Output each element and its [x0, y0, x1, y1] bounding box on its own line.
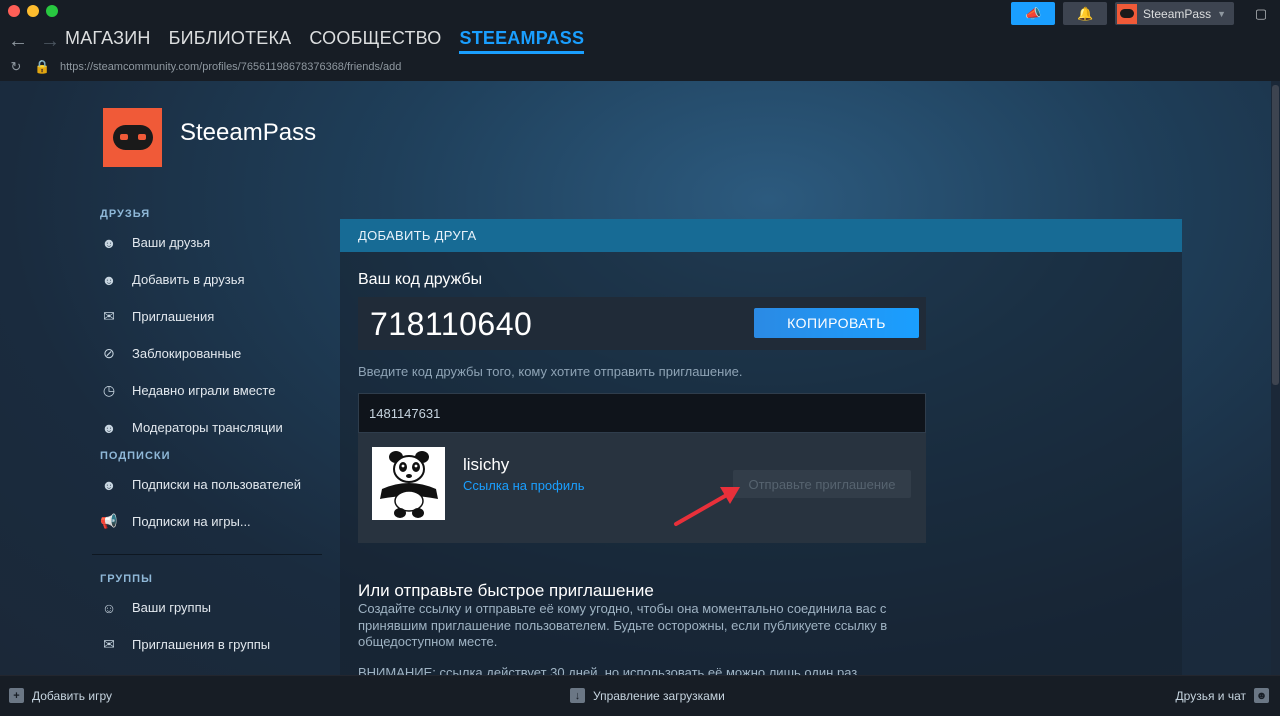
- friend-code-input[interactable]: 1481147631: [358, 393, 926, 433]
- section-header-friends: ДРУЗЬЯ: [100, 208, 151, 220]
- sidebar-item-invites[interactable]: ✉ Приглашения: [92, 298, 322, 335]
- friends-chat-button[interactable]: Друзья и чат ☻: [1176, 688, 1269, 703]
- monitor-icon[interactable]: ▢: [1252, 6, 1270, 22]
- main-nav: МАГАЗИН БИБЛИОТЕКА СООБЩЕСТВО STEEAMPASS: [65, 28, 585, 54]
- account-menu[interactable]: SteeamPass ▼: [1115, 2, 1234, 25]
- sidebar-item-label: Недавно играли вместе: [132, 383, 276, 398]
- friend-code-label: Ваш код дружбы: [358, 271, 483, 288]
- sidebar-item-label: Приглашения: [132, 309, 215, 324]
- sidebar-item-label: Ваши группы: [132, 600, 211, 615]
- search-result-card: lisichy Ссылка на профиль Отправьте приг…: [358, 433, 926, 543]
- panda-avatar-image: [372, 447, 445, 520]
- sidebar-item-add-friend[interactable]: ☻ Добавить в друзья: [92, 261, 322, 298]
- sidebar-item-label: Ваши друзья: [132, 235, 211, 250]
- friends-sidebar: ДРУЗЬЯ ☻ Ваши друзья ☻ Добавить в друзья…: [92, 208, 322, 663]
- avatar: [1117, 3, 1138, 24]
- divider: [92, 554, 322, 555]
- minimize-window-button[interactable]: [27, 5, 39, 17]
- scrollbar[interactable]: [1271, 81, 1280, 675]
- result-avatar[interactable]: [372, 447, 445, 520]
- annotation-arrow-icon: [674, 487, 740, 526]
- downloads-label: Управление загрузками: [593, 688, 725, 703]
- account-name: SteeamPass: [1143, 6, 1212, 21]
- result-username: lisichy: [463, 455, 510, 474]
- title-bar: ← → МАГАЗИН БИБЛИОТЕКА СООБЩЕСТВО STEEAM…: [0, 0, 1280, 81]
- history-nav: ← →: [8, 30, 60, 53]
- sidebar-item-following-users[interactable]: ☻ Подписки на пользователей: [92, 466, 322, 503]
- profile-link[interactable]: Ссылка на профиль: [463, 478, 584, 493]
- sidebar-item-broadcast-moderators[interactable]: ☻ Модераторы трансляции: [92, 409, 322, 446]
- add-game-button[interactable]: + Добавить игру: [9, 688, 112, 703]
- sidebar-item-recently-played[interactable]: ◷ Недавно играли вместе: [92, 372, 322, 409]
- friend-code-hint: Введите код дружбы того, кому хотите отп…: [358, 364, 743, 379]
- sidebar-item-label: Добавить в друзья: [132, 272, 245, 287]
- top-right-controls: 📣 🔔 SteeamPass ▼ ▢: [1011, 2, 1270, 25]
- send-invite-button[interactable]: Отправьте приглашение: [733, 470, 911, 498]
- user-icon: ☻: [101, 419, 117, 436]
- lock-icon: 🔒: [34, 59, 51, 74]
- nav-profile[interactable]: STEEAMPASS: [459, 28, 585, 54]
- url-text[interactable]: https://steamcommunity.com/profiles/7656…: [60, 61, 401, 73]
- downloads-button[interactable]: ↓ Управление загрузками: [570, 688, 725, 703]
- window-controls: [8, 5, 58, 17]
- back-arrow-icon[interactable]: ←: [8, 30, 28, 53]
- maximize-window-button[interactable]: [46, 5, 58, 17]
- reload-icon[interactable]: ↻: [8, 59, 24, 75]
- nav-community[interactable]: СООБЩЕСТВО: [309, 28, 441, 54]
- panel-title: ДОБАВИТЬ ДРУГА: [340, 219, 1182, 252]
- friend-code-value: 718110640: [370, 306, 533, 342]
- sidebar-item-your-groups[interactable]: ☺ Ваши группы: [92, 589, 322, 626]
- add-game-label: Добавить игру: [32, 688, 112, 703]
- sidebar-item-label: Заблокированные: [132, 346, 242, 361]
- quick-invite-warning: ВНИМАНИЕ: ссылка действует 30 дней, но и…: [358, 665, 861, 675]
- section-header-subscriptions: ПОДПИСКИ: [100, 450, 171, 462]
- forward-arrow-icon[interactable]: →: [40, 30, 60, 53]
- notifications-button[interactable]: 🔔: [1063, 2, 1108, 25]
- user-icon: ☻: [101, 234, 117, 251]
- user-add-icon: ☻: [101, 271, 117, 288]
- section-header-groups: ГРУППЫ: [100, 573, 153, 585]
- chat-icon: ☻: [1254, 688, 1269, 703]
- clock-icon: ◷: [102, 382, 116, 398]
- megaphone-icon: 📣: [1024, 5, 1042, 21]
- blocked-icon: ⊘: [103, 345, 115, 361]
- page-content: SteeamPass ДРУЗЬЯ ☻ Ваши друзья ☻ Добави…: [0, 81, 1280, 675]
- sidebar-item-blocked[interactable]: ⊘ Заблокированные: [92, 335, 322, 372]
- megaphone-icon: 📢: [100, 513, 118, 529]
- close-window-button[interactable]: [8, 5, 20, 17]
- sidebar-item-label: Модераторы трансляции: [132, 420, 283, 435]
- sidebar-item-following-games[interactable]: 📢 Подписки на игры...: [92, 503, 322, 540]
- bell-icon: 🔔: [1076, 5, 1094, 21]
- url-bar: ↻ 🔒 https://steamcommunity.com/profiles/…: [8, 59, 402, 75]
- sidebar-item-label: Подписки на пользователей: [132, 477, 302, 492]
- quick-invite-title: Или отправьте быстрое приглашение: [358, 581, 654, 600]
- envelope-icon: ✉: [103, 636, 115, 652]
- user-follow-icon: ☻: [101, 476, 117, 493]
- sidebar-item-label: Приглашения в группы: [132, 637, 271, 652]
- profile-name[interactable]: SteeamPass: [180, 119, 316, 147]
- nav-library[interactable]: БИБЛИОТЕКА: [169, 28, 292, 54]
- sidebar-item-your-friends[interactable]: ☻ Ваши друзья: [92, 224, 322, 261]
- chevron-down-icon: ▼: [1217, 8, 1226, 19]
- sidebar-item-group-invites[interactable]: ✉ Приглашения в группы: [92, 626, 322, 663]
- sidebar-item-label: Подписки на игры...: [132, 514, 251, 529]
- friends-chat-label: Друзья и чат: [1175, 688, 1246, 703]
- group-icon: ☺: [101, 599, 117, 616]
- quick-invite-description: Создайте ссылку и отправьте её кому угод…: [358, 601, 888, 649]
- profile-avatar[interactable]: [103, 108, 162, 167]
- envelope-icon: ✉: [103, 308, 115, 324]
- announcements-button[interactable]: 📣: [1011, 2, 1056, 25]
- plus-icon: +: [9, 688, 24, 703]
- add-friend-panel: ДОБАВИТЬ ДРУГА Ваш код дружбы 718110640 …: [340, 219, 1182, 675]
- download-icon: ↓: [570, 688, 585, 703]
- bottom-bar: + Добавить игру ↓ Управление загрузками …: [0, 675, 1280, 716]
- friend-code-box: 718110640 КОПИРОВАТЬ: [358, 297, 926, 350]
- copy-button[interactable]: КОПИРОВАТЬ: [754, 308, 919, 338]
- nav-store[interactable]: МАГАЗИН: [65, 28, 151, 54]
